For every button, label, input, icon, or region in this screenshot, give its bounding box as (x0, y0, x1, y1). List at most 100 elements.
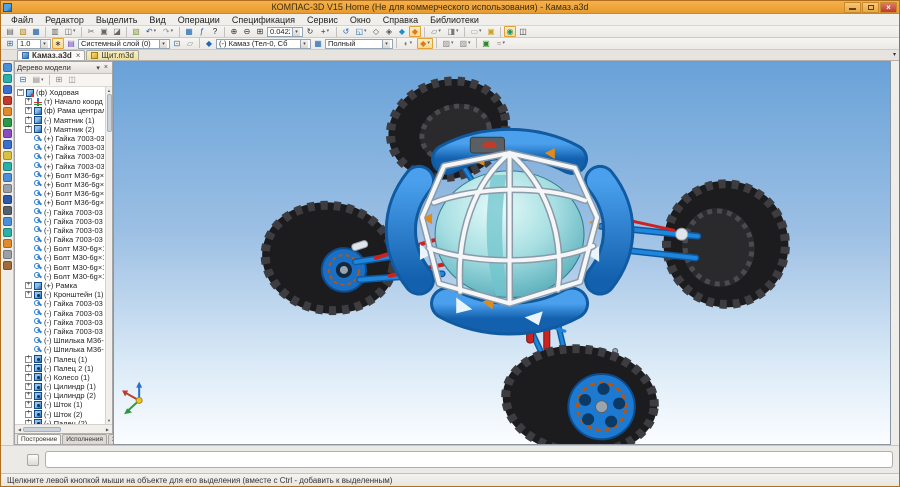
auxiliary-geometry-icon[interactable] (3, 239, 12, 248)
selection-icon[interactable] (3, 162, 12, 171)
expand-icon[interactable] (25, 209, 32, 216)
expand-icon[interactable] (25, 319, 32, 326)
expand-icon[interactable] (25, 411, 32, 418)
tree-item[interactable]: (-) Гайка 7003-03 (17, 217, 104, 226)
expand-icon[interactable] (25, 310, 32, 317)
menu-libraries[interactable]: Библиотеки (424, 15, 485, 25)
tree-item[interactable]: (-) Цилиндр (1) (17, 382, 104, 391)
edit-filter-icon[interactable]: ◆ (417, 38, 433, 49)
expand-icon[interactable] (25, 392, 32, 399)
menu-service[interactable]: Сервис (301, 15, 344, 25)
expand-icon[interactable] (25, 135, 32, 142)
reference-geometry-icon[interactable]: ▣ (485, 26, 497, 37)
tree-item[interactable]: (-) Маятник (1) (17, 116, 104, 125)
tree-item[interactable]: (-) Болт М30-6g×1 (17, 253, 104, 262)
line-width-combo[interactable]: 1.0▾ (17, 39, 51, 49)
geometry-icon[interactable] (3, 85, 12, 94)
copy-icon[interactable]: ▣ (98, 26, 110, 37)
tree-item[interactable]: (-) Гайка 7003-03 (17, 327, 104, 336)
expand-icon[interactable] (25, 98, 32, 105)
expand-icon[interactable] (25, 254, 32, 261)
expand-icon[interactable] (25, 181, 32, 188)
refresh-zoom-icon[interactable]: ↻ (304, 26, 316, 37)
new-document-icon[interactable]: ▤ (4, 26, 16, 37)
expand-icon[interactable] (25, 356, 32, 363)
tree-item[interactable]: (т) Начало коорд (17, 97, 104, 106)
expand-icon[interactable] (17, 89, 24, 96)
snap-icon[interactable]: ∗ (52, 38, 64, 49)
tree-item[interactable]: (-) Болт М30-6g×1 (17, 244, 104, 253)
expand-icon[interactable] (25, 126, 32, 133)
menu-editor[interactable]: Редактор (39, 15, 90, 25)
tree-item[interactable]: (-) Гайка 7003-03 (17, 318, 104, 327)
paste-mode-icon[interactable]: ▧ (457, 38, 473, 49)
tree-item[interactable]: (-) Палец (1) (17, 354, 104, 363)
close-button[interactable]: × (880, 2, 897, 13)
pin-icon[interactable]: ▾ (94, 64, 102, 72)
expand-icon[interactable] (25, 144, 32, 151)
tree-item[interactable]: (-) Гайка 7003-03 (17, 309, 104, 318)
construction-icon[interactable] (3, 195, 12, 204)
title-bar[interactable]: КОМПАС-3D V15 Home (Не для коммерческого… (1, 1, 899, 14)
libraries-panel-icon[interactable] (3, 261, 12, 270)
globe-orientation-icon[interactable]: ◉ (504, 26, 516, 37)
selection-filter-icon[interactable]: ◐ (400, 38, 416, 49)
tree-tab-versions[interactable]: Исполнения (62, 434, 107, 444)
section-view-icon[interactable]: ◨ (445, 26, 461, 37)
message-field[interactable] (45, 451, 893, 468)
expand-icon[interactable] (25, 337, 32, 344)
tree-item[interactable]: (-) Гайка 7003-03 (17, 235, 104, 244)
relations-icon[interactable]: ▱ (184, 38, 196, 49)
measure-icon[interactable] (3, 151, 12, 160)
zoom-scale-combo[interactable]: 0.0422▾ (267, 27, 303, 37)
hidden-lines-icon[interactable]: ◈ (383, 26, 395, 37)
chevron-down-icon[interactable]: ▾ (159, 40, 167, 48)
tree-structure-icon[interactable]: ⊟ (17, 75, 29, 86)
editing-icon[interactable] (3, 129, 12, 138)
conditional-marks-icon[interactable] (3, 118, 12, 127)
shaded-icon[interactable]: ◆ (396, 26, 408, 37)
tree-item[interactable]: (-) Шпилька М36- (17, 336, 104, 345)
tree-item[interactable]: (-) Гайка 7003-03 (17, 299, 104, 308)
redo-icon[interactable]: ↷ (160, 26, 176, 37)
tree-item[interactable]: (-) Шпилька М36- (17, 345, 104, 354)
functions-icon[interactable]: ƒ (196, 26, 208, 37)
cut-icon[interactable]: ✂ (85, 26, 97, 37)
tab-list-dropdown-icon[interactable]: ▾ (893, 51, 896, 58)
expand-icon[interactable] (25, 401, 32, 408)
restore-button[interactable] (862, 2, 879, 13)
pan-icon[interactable]: + (317, 26, 333, 37)
tree-item[interactable]: (+) Болт М36-6g× (17, 189, 104, 198)
minimize-button[interactable] (844, 2, 861, 13)
tree-vertical-scrollbar[interactable]: ▲ ▼ (105, 87, 112, 424)
expand-icon[interactable] (25, 199, 32, 206)
display-mode-combo[interactable]: Полный▾ (325, 39, 393, 49)
tree-item[interactable]: (ф) Ходовая (17, 88, 104, 97)
rotate-model-icon[interactable]: ↺ (340, 26, 352, 37)
chevron-down-icon[interactable]: ▾ (292, 28, 300, 36)
component-icon[interactable]: ◆ (203, 38, 215, 49)
zoom-out-icon[interactable]: ⊖ (241, 26, 253, 37)
copy-mode-icon[interactable]: ▨ (440, 38, 456, 49)
open-icon[interactable]: ▨ (17, 26, 29, 37)
expand-icon[interactable] (25, 282, 32, 289)
property-bar-button[interactable] (27, 454, 39, 466)
expand-icon[interactable] (25, 300, 32, 307)
component-properties-icon[interactable]: ▦ (312, 38, 324, 49)
scrollbar-thumb[interactable] (107, 94, 112, 132)
scroll-up-icon[interactable]: ▲ (107, 87, 111, 94)
tree-item[interactable]: (-) Палец 2 (1) (17, 364, 104, 373)
expand-icon[interactable] (25, 374, 32, 381)
surfaces-icon[interactable] (3, 228, 12, 237)
tree-item[interactable]: (-) Шток (1) (17, 400, 104, 409)
tree-item[interactable]: (-) Колесо (1) (17, 373, 104, 382)
tab-kamaz-a3d[interactable]: Камаз.a3d × (17, 50, 85, 60)
additional-window-icon[interactable]: ◫ (66, 75, 78, 86)
expand-icon[interactable] (25, 420, 32, 424)
tire-rear-right[interactable] (653, 171, 798, 317)
expand-icon[interactable] (25, 291, 32, 298)
tree-item[interactable]: (+) Болт М36-6g× (17, 171, 104, 180)
filters-icon[interactable] (3, 250, 12, 259)
shaded-with-edges-icon[interactable]: ◆ (409, 26, 421, 37)
tab-schit-m3d[interactable]: Щит.m3d × (86, 50, 139, 60)
